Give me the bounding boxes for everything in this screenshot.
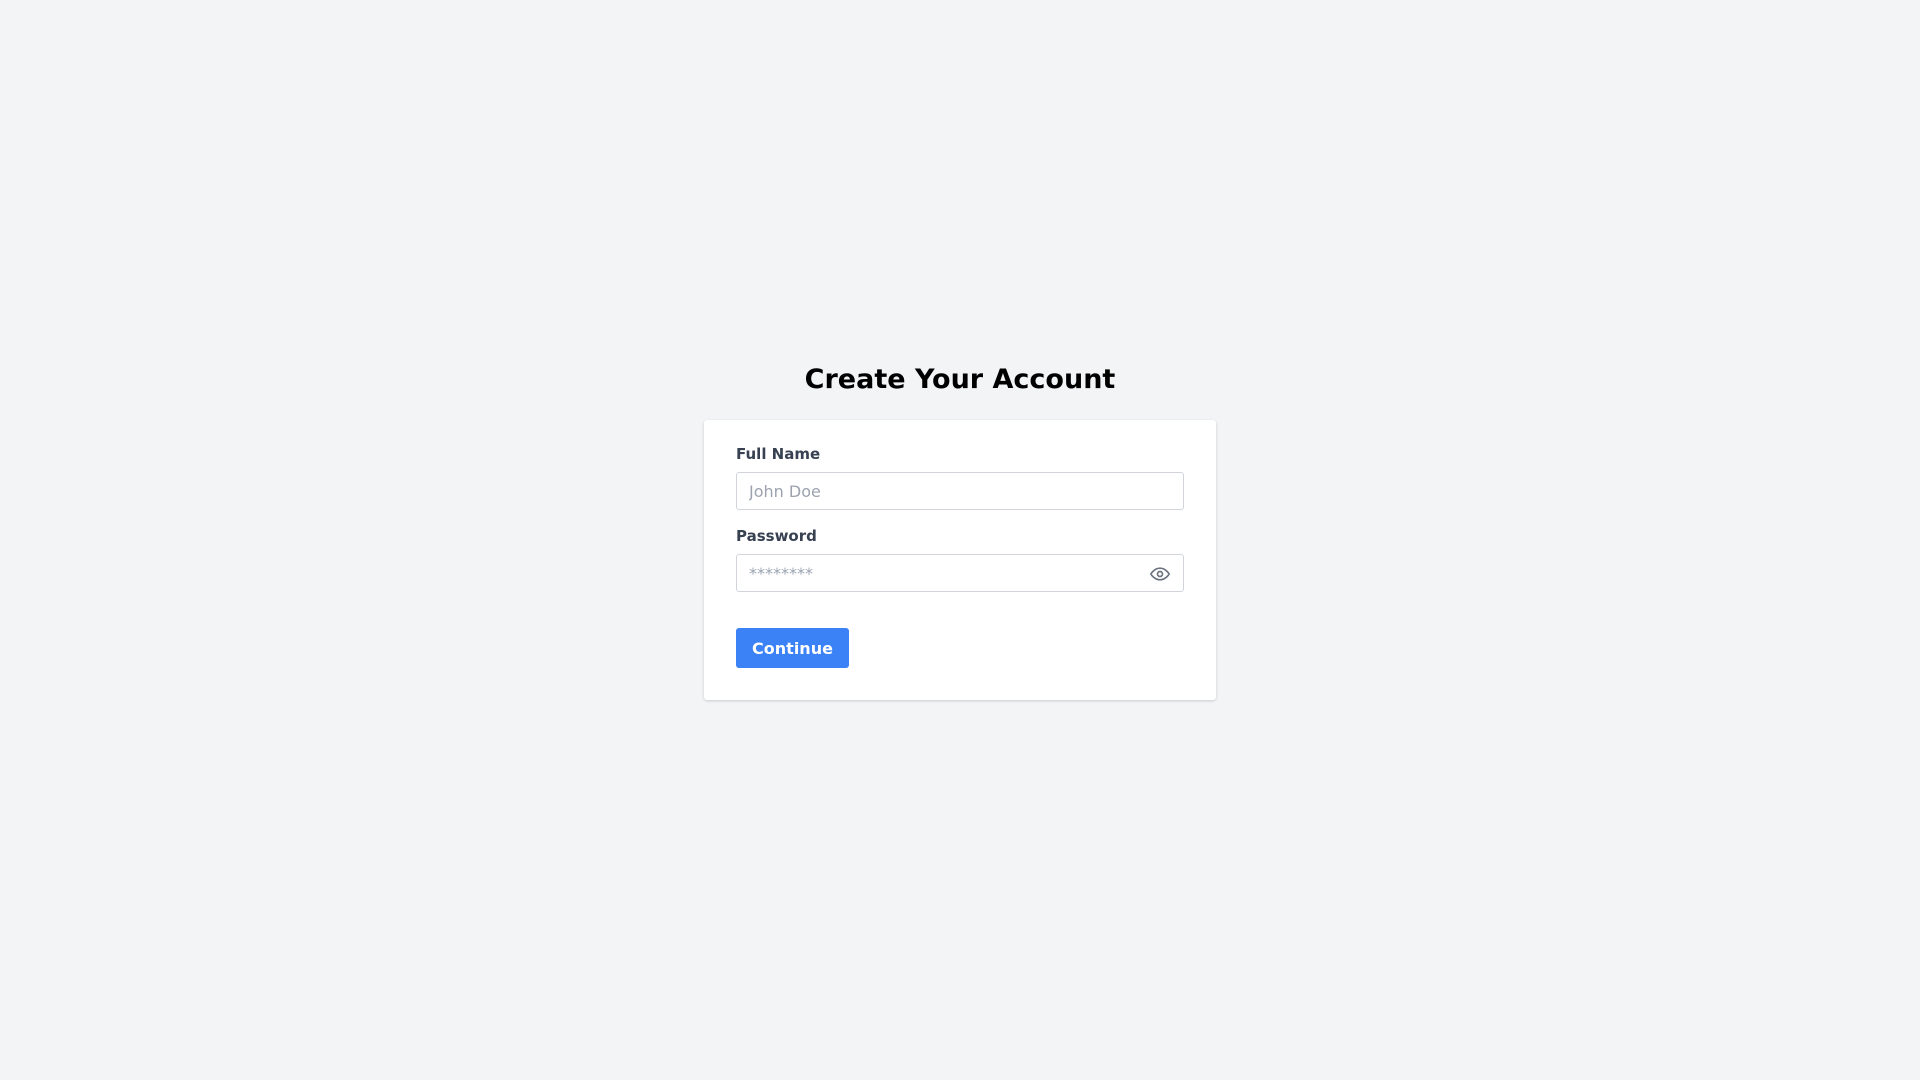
page-title: Create Your Account <box>804 364 1116 395</box>
eye-icon[interactable] <box>1150 564 1170 584</box>
continue-button[interactable]: Continue <box>736 628 849 668</box>
full-name-input[interactable] <box>736 472 1184 510</box>
signup-form-card: Full Name Password Continue <box>704 420 1216 700</box>
signup-page: Create Your Account Full Name Password C… <box>0 0 1920 1080</box>
full-name-label: Full Name <box>736 445 821 463</box>
password-label: Password <box>736 527 817 545</box>
password-input[interactable] <box>736 554 1184 592</box>
